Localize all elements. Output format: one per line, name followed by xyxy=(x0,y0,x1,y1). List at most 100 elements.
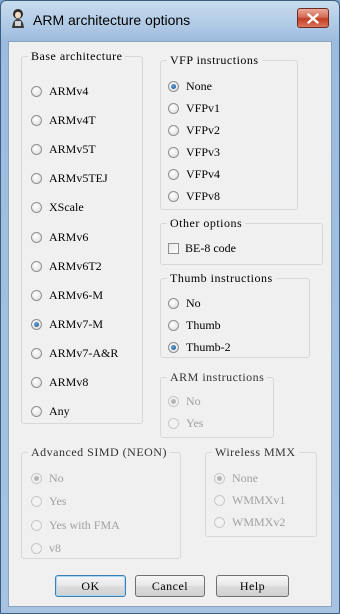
thumb-radio-no[interactable]: No xyxy=(168,296,201,311)
neon-radio-yes-with-fma: Yes with FMA xyxy=(31,518,120,533)
be8-code-label: BE-8 code xyxy=(185,241,236,255)
base-radio-armv4t[interactable]: ARMv4T xyxy=(31,113,96,128)
radio-button-icon[interactable] xyxy=(31,377,42,388)
base-radio-armv5t[interactable]: ARMv5T xyxy=(31,142,96,157)
radio-button-icon[interactable] xyxy=(31,173,42,185)
arm-radio-yes: Yes xyxy=(168,416,203,431)
vfp-radio-vfpv3[interactable]: VFPv3 xyxy=(168,145,220,160)
base-radio-xscale[interactable]: XScale xyxy=(31,200,84,215)
base-radio-label: XScale xyxy=(49,200,84,215)
dialog-window: ARM architecture options Base architectu… xyxy=(0,0,340,614)
wmmx-radio-wmmxv1: WMMXv1 xyxy=(214,493,285,508)
base-architecture-legend: Base architecture xyxy=(31,49,123,63)
base-radio-label: ARMv6-M xyxy=(49,287,104,302)
radio-button-icon[interactable] xyxy=(168,342,179,353)
arm-radio-no: No xyxy=(168,394,201,409)
radio-button-icon[interactable] xyxy=(168,125,179,136)
vfp-radio-label: None xyxy=(186,79,212,93)
thumb-radio-label: Thumb xyxy=(186,318,221,332)
radio-button-icon[interactable] xyxy=(168,298,179,309)
radio-button-icon xyxy=(31,473,42,484)
radio-button-icon[interactable] xyxy=(31,144,42,156)
radio-button-icon[interactable] xyxy=(31,115,42,127)
help-button[interactable]: Help xyxy=(216,575,289,597)
vfp-radio-vfpv8[interactable]: VFPv8 xyxy=(168,189,220,204)
base-radio-armv6[interactable]: ARMv6 xyxy=(31,230,88,245)
base-radio-label: ARMv4T xyxy=(49,113,96,128)
radio-button-icon[interactable] xyxy=(31,86,42,97)
title-bar[interactable]: ARM architecture options xyxy=(1,1,339,41)
radio-button-icon xyxy=(168,418,179,429)
radio-button-icon[interactable] xyxy=(31,231,42,243)
neon-radio-label: Yes xyxy=(49,494,67,509)
base-radio-label: ARMv8 xyxy=(49,375,89,389)
base-radio-label: ARMv6T2 xyxy=(49,258,102,273)
neon-radio-label: No xyxy=(49,471,64,485)
base-radio-label: Any xyxy=(49,404,70,419)
cancel-button[interactable]: Cancel xyxy=(135,575,205,597)
close-icon xyxy=(307,12,319,24)
vfp-radio-vfpv1[interactable]: VFPv1 xyxy=(168,101,220,116)
advanced-simd-neon-legend: Advanced SIMD (NEON) xyxy=(31,445,167,459)
window-title: ARM architecture options xyxy=(33,12,191,28)
base-radio-armv8[interactable]: ARMv8 xyxy=(31,375,88,390)
radio-button-icon[interactable] xyxy=(31,347,42,359)
vfp-radio-vfpv4[interactable]: VFPv4 xyxy=(168,167,220,182)
base-radio-armv7-m[interactable]: ARMv7-M xyxy=(31,317,103,332)
radio-button-icon[interactable] xyxy=(168,169,179,180)
radio-button-icon[interactable] xyxy=(31,406,42,418)
neon-radio-no: No xyxy=(31,471,64,486)
base-radio-label: ARMv4 xyxy=(49,84,89,98)
base-radio-armv5tej[interactable]: ARMv5TEJ xyxy=(31,171,108,186)
wmmx-radio-label: WMMXv1 xyxy=(232,493,286,507)
radio-button-icon[interactable] xyxy=(168,191,179,202)
vfp-radio-label: VFPv8 xyxy=(186,189,221,203)
vfp-radio-label: VFPv1 xyxy=(186,101,221,115)
arm-instructions-legend: ARM instructions xyxy=(170,370,265,384)
neon-radio-label: v8 xyxy=(49,540,61,555)
radio-button-icon[interactable] xyxy=(168,81,179,92)
base-radio-armv4[interactable]: ARMv4 xyxy=(31,84,88,99)
base-radio-label: ARMv7-M xyxy=(49,316,104,331)
radio-button-icon[interactable] xyxy=(31,202,42,214)
radio-button-icon xyxy=(31,542,42,554)
radio-button-icon[interactable] xyxy=(168,320,179,331)
radio-button-icon xyxy=(214,473,225,484)
radio-button-icon xyxy=(214,495,225,506)
base-radio-armv6t2[interactable]: ARMv6T2 xyxy=(31,259,102,274)
close-button[interactable] xyxy=(297,8,329,28)
base-radio-label: ARMv5TEJ xyxy=(49,171,108,186)
vfp-radio-label: VFPv2 xyxy=(186,123,221,137)
wmmx-radio-label: None xyxy=(232,471,258,485)
ok-button[interactable]: OK xyxy=(55,575,126,597)
vfp-radio-label: VFPv4 xyxy=(186,167,221,181)
radio-button-icon[interactable] xyxy=(31,318,42,330)
radio-button-icon[interactable] xyxy=(168,147,179,158)
be8-code-checkbox[interactable]: BE-8 code xyxy=(168,241,236,256)
thumb-radio-label: No xyxy=(186,296,201,310)
base-radio-armv7-aandr[interactable]: ARMv7-A&R xyxy=(31,346,118,361)
radio-button-icon xyxy=(168,396,179,407)
vfp-radio-label: VFPv3 xyxy=(186,145,221,159)
base-radio-armv6-m[interactable]: ARMv6-M xyxy=(31,288,103,303)
radio-button-icon xyxy=(214,517,225,528)
other-options-legend: Other options xyxy=(170,216,243,230)
neon-radio-yes: Yes xyxy=(31,494,66,509)
vfp-radio-none[interactable]: None xyxy=(168,79,212,94)
thumb-radio-thumb-2[interactable]: Thumb-2 xyxy=(168,340,231,355)
wmmx-radio-label: WMMXv2 xyxy=(232,515,286,529)
thumb-radio-label: Thumb-2 xyxy=(186,340,231,354)
be8-checkbox-box[interactable] xyxy=(168,243,179,254)
radio-button-icon[interactable] xyxy=(31,289,42,301)
radio-button-icon[interactable] xyxy=(31,260,42,272)
base-radio-label: ARMv5T xyxy=(49,142,96,157)
wireless-mmx-legend: Wireless MMX xyxy=(215,445,296,459)
thumb-radio-thumb[interactable]: Thumb xyxy=(168,318,221,333)
radio-button-icon xyxy=(31,496,42,508)
vfp-radio-vfpv2[interactable]: VFPv2 xyxy=(168,123,220,138)
base-radio-any[interactable]: Any xyxy=(31,404,70,419)
radio-button-icon[interactable] xyxy=(168,103,179,114)
thumb-instructions-legend: Thumb instructions xyxy=(170,271,273,285)
wmmx-radio-none: None xyxy=(214,471,258,486)
wmmx-radio-wmmxv2: WMMXv2 xyxy=(214,515,285,530)
